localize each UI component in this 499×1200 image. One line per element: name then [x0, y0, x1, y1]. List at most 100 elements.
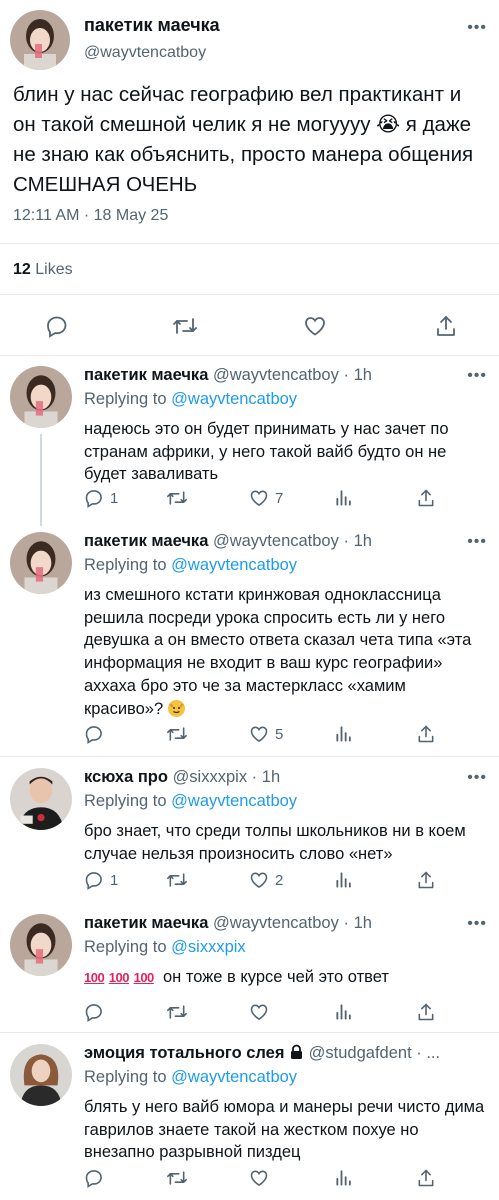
author-name[interactable]: пакетик маечка [84, 914, 208, 932]
reply-tweet: пакетик маечка @wayvtencatboy · 1h ••• R… [0, 908, 499, 1028]
share-icon[interactable] [416, 724, 436, 744]
author-handle[interactable]: @studgafdent · ... [309, 1044, 440, 1062]
author-handle[interactable]: @wayvtencatboy [213, 914, 339, 932]
reply-button[interactable]: 1 [84, 488, 118, 508]
reply-age[interactable]: 1h [262, 768, 280, 786]
retweet-icon [167, 873, 187, 887]
author-avatar[interactable] [10, 366, 72, 428]
heart-icon [250, 490, 268, 507]
author-name[interactable]: пакетик маечка [84, 15, 220, 36]
share-icon[interactable] [416, 488, 436, 508]
author-name[interactable]: ксюха про [84, 768, 168, 786]
more-dots-icon[interactable]: ••• [467, 368, 487, 384]
likes-count: 12 [13, 261, 31, 278]
more-dots-icon[interactable]: ••• [467, 534, 487, 550]
hundred-points-emoji: 100 [84, 970, 105, 985]
reply-age[interactable]: 1h [354, 532, 372, 550]
reply-text: надеюсь это он будет принимать у нас зач… [84, 420, 449, 484]
reply-text: он тоже в курсе чей это ответ [162, 968, 389, 986]
share-icon[interactable] [434, 314, 458, 338]
divider [0, 355, 499, 356]
retweet-icon[interactable] [166, 1168, 188, 1188]
likes-summary[interactable]: 12 Likes [13, 261, 73, 279]
replying-to: Replying to @wayvtencatboy [84, 390, 297, 409]
heart-icon[interactable] [249, 1002, 269, 1022]
reply-icon[interactable] [84, 1168, 104, 1188]
author-avatar[interactable] [10, 768, 72, 830]
author-handle[interactable]: @wayvtencatboy [213, 532, 339, 550]
replying-mention[interactable]: @wayvtencatboy [171, 792, 297, 810]
analytics-icon[interactable] [334, 1168, 354, 1188]
reply-tweet: эмоция тотального слея @studgafdent · ..… [0, 1038, 499, 1200]
reply-header: пакетик маечка @wayvtencatboy · 1h [84, 914, 372, 932]
like-button[interactable]: 7 [249, 488, 283, 508]
like-button[interactable]: 2 [249, 870, 283, 890]
author-handle[interactable]: @wayvtencatboy [213, 366, 339, 384]
replying-to: Replying to @sixxxpix [84, 938, 246, 957]
reply-age[interactable]: 1h [354, 366, 372, 384]
replying-label: Replying to [84, 390, 167, 408]
like-button[interactable]: 5 [249, 724, 283, 744]
author-name[interactable]: пакетик маечка [84, 532, 208, 550]
hundred-points-emoji: 100 [108, 970, 130, 985]
author-name[interactable]: эмоция тотального слея [84, 1044, 284, 1062]
share-icon[interactable] [416, 870, 436, 890]
reply-icon[interactable] [84, 1002, 104, 1022]
lock-icon [291, 1044, 303, 1059]
reply-header: пакетик маечка @wayvtencatboy · 1h [84, 366, 372, 384]
author-handle[interactable]: @sixxxpix [173, 768, 248, 786]
reply-actions: 1 7 [84, 488, 444, 512]
reply-tweet: ксюха про @sixxxpix · 1h ••• Replying to… [0, 762, 499, 900]
share-icon[interactable] [416, 1002, 436, 1022]
reply-header: ксюха про @sixxxpix · 1h [84, 768, 281, 786]
retweet-icon[interactable] [166, 1002, 188, 1022]
reply-body: из смешного кстати кринжовая одноклассни… [84, 584, 489, 720]
heart-icon[interactable] [303, 314, 327, 338]
author-handle[interactable]: @wayvtencatboy [84, 44, 206, 62]
reply-header: эмоция тотального слея @studgafdent · ..… [84, 1044, 440, 1063]
heart-icon[interactable] [249, 1168, 269, 1188]
author-avatar[interactable] [10, 10, 70, 70]
reply-actions [84, 1168, 444, 1192]
share-icon[interactable] [416, 1168, 436, 1188]
more-dots-icon[interactable]: ••• [467, 916, 487, 932]
author-avatar[interactable] [10, 914, 72, 976]
divider [0, 243, 499, 244]
replying-mention[interactable]: @wayvtencatboy [171, 556, 297, 574]
like-count: 5 [275, 725, 284, 743]
more-dots-icon[interactable]: ••• [467, 20, 487, 36]
author-avatar[interactable] [10, 532, 72, 594]
retweet-button[interactable] [166, 488, 188, 508]
analytics-icon[interactable] [334, 488, 354, 508]
reply-button[interactable]: 1 [84, 870, 118, 890]
replying-label: Replying to [84, 556, 167, 574]
divider [0, 294, 499, 295]
reply-button[interactable] [84, 724, 104, 744]
reply-tweet: пакетик маечка @wayvtencatboy · 1h ••• R… [0, 526, 499, 752]
more-dots-icon[interactable]: ••• [467, 770, 487, 786]
retweet-icon [167, 727, 187, 741]
replying-mention[interactable]: @sixxxpix [171, 938, 246, 956]
replying-mention[interactable]: @wayvtencatboy [171, 1068, 297, 1086]
reply-count: 1 [110, 489, 119, 507]
reply-actions [84, 1002, 444, 1026]
author-avatar[interactable] [10, 1044, 72, 1106]
analytics-icon[interactable] [334, 724, 354, 744]
like-count: 7 [275, 489, 284, 507]
retweet-button[interactable] [166, 724, 188, 744]
retweet-icon[interactable] [172, 314, 198, 338]
retweet-button[interactable] [166, 870, 188, 890]
analytics-icon[interactable] [334, 870, 354, 890]
retweet-icon [167, 491, 187, 505]
analytics-icon[interactable] [334, 1002, 354, 1022]
replying-label: Replying to [84, 792, 167, 810]
replying-to: Replying to @wayvtencatboy [84, 1068, 297, 1087]
replying-mention[interactable]: @wayvtencatboy [171, 390, 297, 408]
reply-age[interactable]: 1h [354, 914, 372, 932]
reply-icon[interactable] [45, 314, 69, 338]
author-name[interactable]: пакетик маечка [84, 366, 208, 384]
tweet-timestamp[interactable]: 12:11 AM · 18 May 25 [13, 207, 168, 225]
reply-icon [85, 490, 102, 508]
replying-label: Replying to [84, 1068, 167, 1086]
reply-text: блять у него вайб юмора и манеры речи чи… [84, 1098, 485, 1162]
